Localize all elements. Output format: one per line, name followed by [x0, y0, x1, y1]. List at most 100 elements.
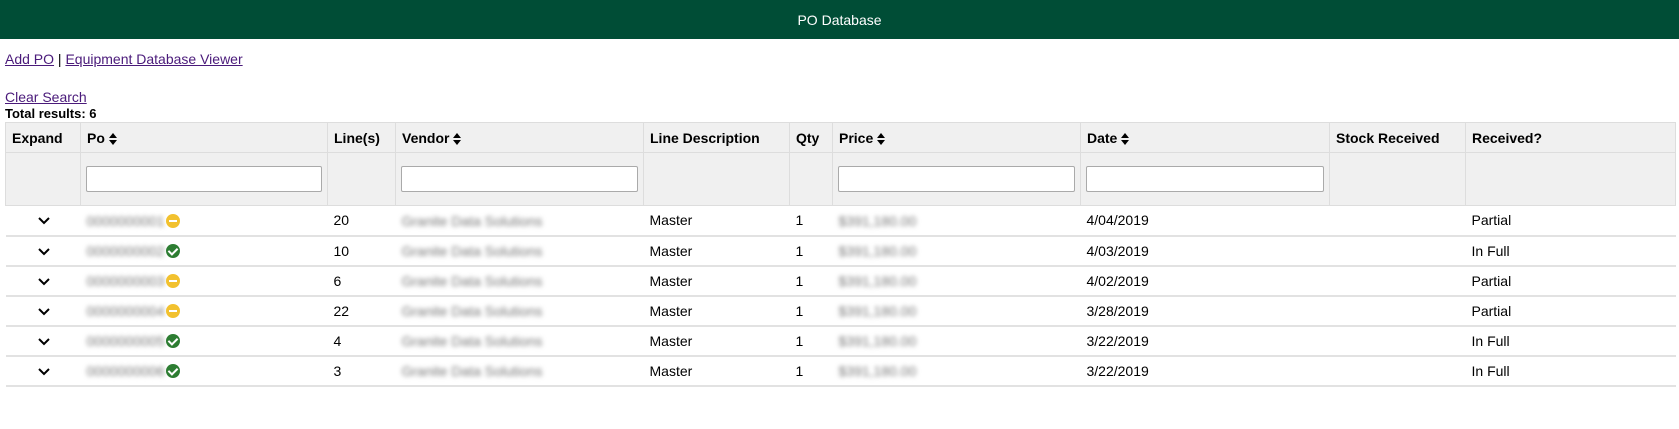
main-content: Add PO | Equipment Database Viewer Clear… [0, 50, 1679, 387]
qty-cell: 1 [789, 235, 833, 267]
clear-search-container: Clear Search [5, 88, 1679, 106]
lines-cell: 20 [327, 205, 396, 237]
vendor-cell: Granite Data Solutions [395, 355, 644, 387]
received-cell: In Full [1465, 355, 1676, 387]
line-description-cell: Master [643, 235, 790, 267]
col-received: Received? [1465, 122, 1676, 153]
price-filter-input[interactable] [838, 166, 1075, 192]
qty-cell: 1 [789, 205, 833, 237]
date-cell: 4/02/2019 [1080, 265, 1330, 297]
po-cell: 0000000003 [80, 265, 328, 297]
po-table: Expand Po Line(s) Vendor Line Descriptio… [5, 122, 1676, 387]
line-description-cell: Master [643, 295, 790, 327]
chevron-down-icon[interactable] [37, 303, 50, 319]
check-circle-icon [166, 364, 181, 379]
equipment-viewer-link[interactable]: Equipment Database Viewer [65, 51, 242, 67]
partial-status-icon [166, 213, 181, 228]
po-number: 0000000002 [86, 243, 165, 260]
chevron-down-icon[interactable] [37, 243, 50, 259]
expand-cell [5, 325, 81, 357]
date-cell: 3/22/2019 [1080, 355, 1330, 387]
price-cell: $391,180.00 [832, 265, 1081, 297]
partial-status-icon [166, 304, 181, 319]
received-cell: Partial [1465, 205, 1676, 237]
price-cell: $391,180.00 [832, 205, 1081, 237]
date-cell: 3/22/2019 [1080, 325, 1330, 357]
col-po[interactable]: Po [80, 122, 328, 153]
qty-cell: 1 [789, 295, 833, 327]
table-row: 0000000006 3 Granite Data Solutions Master 1… [5, 355, 1676, 387]
qty-cell: 1 [789, 355, 833, 387]
add-po-link[interactable]: Add PO [5, 51, 54, 67]
price-cell: $391,180.00 [832, 295, 1081, 327]
clear-search-link[interactable]: Clear Search [5, 89, 87, 105]
table-row: 0000000003 6 Granite Data Solutions Master 1… [5, 265, 1676, 297]
chevron-down-icon[interactable] [37, 363, 50, 379]
col-line-description: Line Description [643, 122, 790, 153]
lines-cell: 3 [327, 355, 396, 387]
date-filter-input[interactable] [1086, 166, 1324, 192]
price-cell: $391,180.00 [832, 235, 1081, 267]
total-results: Total results: 6 [5, 106, 97, 121]
vendor-cell: Granite Data Solutions [395, 265, 644, 297]
po-number: 0000000004 [86, 303, 165, 320]
po-cell: 0000000004 [80, 295, 328, 327]
date-cell: 3/28/2019 [1080, 295, 1330, 327]
table-row: 0000000004 22 Granite Data Solutions Master… [5, 295, 1676, 327]
po-cell: 0000000002 [80, 235, 328, 267]
header-row: Expand Po Line(s) Vendor Line Descriptio… [5, 122, 1676, 153]
app-header: PO Database [0, 0, 1679, 39]
chevron-down-icon[interactable] [37, 333, 50, 349]
lines-cell: 4 [327, 325, 396, 357]
col-price[interactable]: Price [832, 122, 1081, 153]
nav-links: Add PO | Equipment Database Viewer [5, 50, 1679, 68]
stock-received-cell [1329, 265, 1466, 297]
lines-cell: 10 [327, 235, 396, 267]
sort-icon[interactable] [1121, 132, 1130, 145]
sort-icon[interactable] [108, 132, 117, 145]
po-cell: 0000000005 [80, 325, 328, 357]
col-date[interactable]: Date [1080, 122, 1330, 153]
po-cell: 0000000006 [80, 355, 328, 387]
expand-cell [5, 295, 81, 327]
page-title: PO Database [797, 11, 882, 28]
col-lines: Line(s) [327, 122, 396, 153]
po-number: 0000000005 [86, 333, 165, 350]
price-cell: $391,180.00 [832, 355, 1081, 387]
po-cell: 0000000001 [80, 205, 328, 237]
col-expand: Expand [5, 122, 81, 153]
table-row: 0000000001 20 Granite Data Solutions Master… [5, 205, 1676, 237]
price-cell: $391,180.00 [832, 325, 1081, 357]
partial-status-icon [166, 274, 181, 289]
chevron-down-icon[interactable] [37, 273, 50, 289]
vendor-cell: Granite Data Solutions [395, 235, 644, 267]
date-cell: 4/03/2019 [1080, 235, 1330, 267]
po-filter-input[interactable] [86, 166, 322, 192]
expand-cell [5, 205, 81, 237]
received-cell: Partial [1465, 295, 1676, 327]
line-description-cell: Master [643, 355, 790, 387]
nav-separator: | [57, 51, 62, 67]
stock-received-cell [1329, 205, 1466, 237]
expand-cell [5, 235, 81, 267]
chevron-down-icon[interactable] [37, 212, 50, 228]
po-table-body: 0000000001 20 Granite Data Solutions Master… [5, 205, 1676, 387]
date-cell: 4/04/2019 [1080, 205, 1330, 237]
sort-icon[interactable] [453, 132, 462, 145]
sort-icon[interactable] [877, 132, 886, 145]
stock-received-cell [1329, 355, 1466, 387]
col-qty: Qty [789, 122, 833, 153]
check-circle-icon [166, 334, 181, 349]
line-description-cell: Master [643, 325, 790, 357]
filter-row [5, 152, 1676, 206]
expand-cell [5, 355, 81, 387]
line-description-cell: Master [643, 265, 790, 297]
vendor-filter-input[interactable] [401, 166, 638, 192]
lines-cell: 6 [327, 265, 396, 297]
received-cell: In Full [1465, 235, 1676, 267]
col-vendor[interactable]: Vendor [395, 122, 644, 153]
stock-received-cell [1329, 235, 1466, 267]
table-row: 0000000002 10 Granite Data Solutions Master… [5, 235, 1676, 267]
vendor-cell: Granite Data Solutions [395, 295, 644, 327]
po-number: 0000000006 [86, 363, 165, 380]
